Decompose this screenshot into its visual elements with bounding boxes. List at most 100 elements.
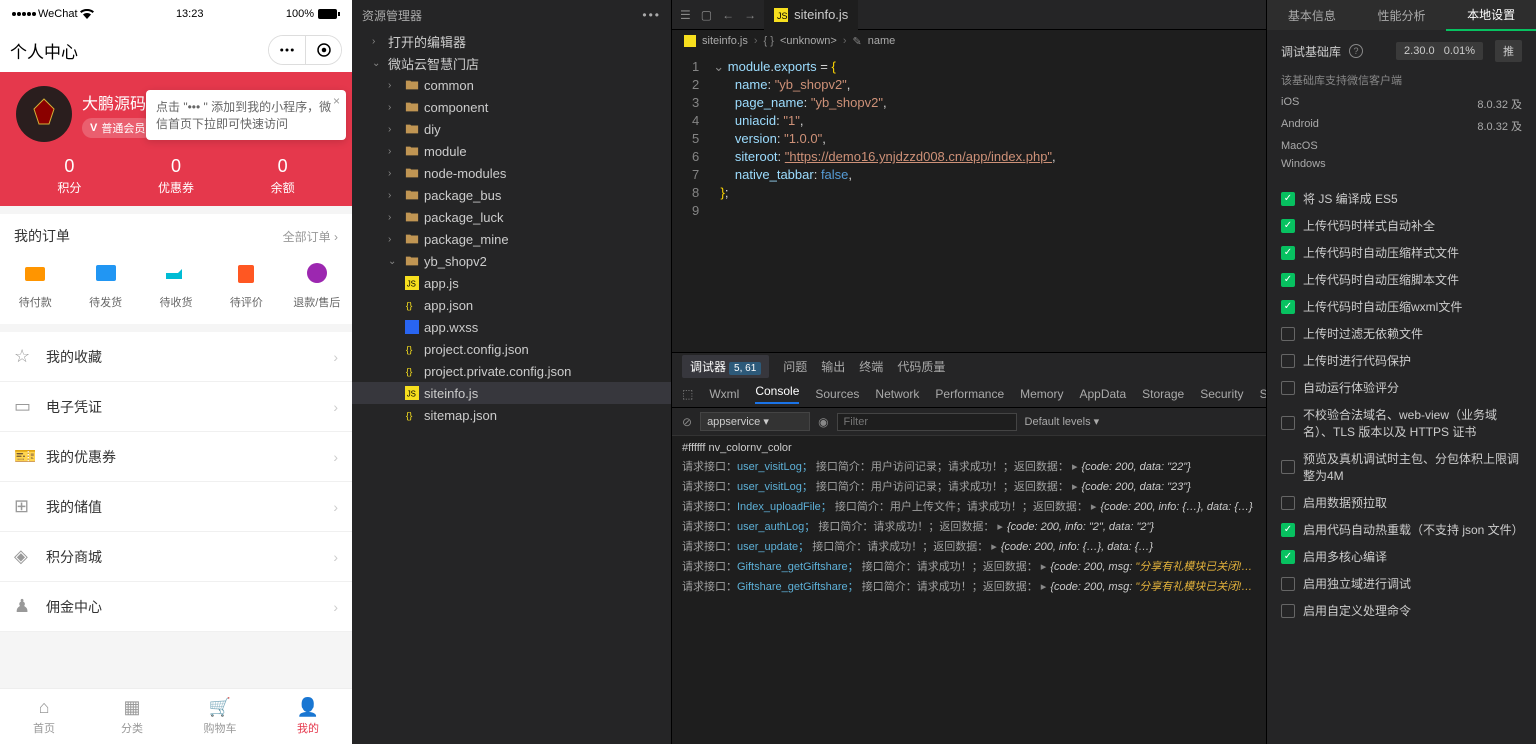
checkbox-option[interactable]: 启用多核心编译 xyxy=(1281,548,1522,565)
stat-item[interactable]: 0积分 xyxy=(16,156,123,196)
levels-dropdown[interactable]: Default levels ▾ xyxy=(1025,415,1100,428)
tree-node[interactable]: ›component xyxy=(352,96,671,118)
console-log-row[interactable]: 请求接口：user_visitLog； 接口简介：用户访问记录；请求成功！；返回… xyxy=(672,476,1266,496)
avatar[interactable] xyxy=(16,86,72,142)
settings-tab[interactable]: 性能分析 xyxy=(1357,1,1447,30)
debugger-tab[interactable]: 输出 xyxy=(821,358,845,375)
order-status-item[interactable]: 待付款 xyxy=(0,258,70,310)
checkbox-option[interactable]: 不校验合法域名、web-view（业务域名）、TLS 版本以及 HTTPS 证书 xyxy=(1281,406,1522,440)
tree-node[interactable]: {}project.private.config.json xyxy=(352,360,671,382)
console-output[interactable]: #ffffff nv_colornv_color 请求接口：user_visit… xyxy=(672,436,1266,744)
devtools-tab[interactable]: Storage xyxy=(1142,387,1184,401)
tree-node[interactable]: ⌄yb_shopv2 xyxy=(352,250,671,272)
tree-node[interactable]: ›common xyxy=(352,74,671,96)
code-editor[interactable]: 123456789 ⌄ module.exports = { name: "yb… xyxy=(672,52,1266,352)
tree-node[interactable]: ›package_luck xyxy=(352,206,671,228)
tree-node[interactable]: ›module xyxy=(352,140,671,162)
tabbar-item[interactable]: ⌂首页 xyxy=(0,689,88,744)
devtools-tab[interactable]: Console xyxy=(755,384,799,404)
menu-item[interactable]: ♟佣金中心› xyxy=(0,582,352,632)
devtools-tab[interactable]: Sources xyxy=(815,387,859,401)
checkbox-option[interactable]: 将 JS 编译成 ES5 xyxy=(1281,190,1522,207)
breadcrumb[interactable]: siteinfo.js› { }<unknown>› ✎name xyxy=(672,30,1266,52)
tree-node[interactable]: JSsiteinfo.js xyxy=(352,382,671,404)
stat-item[interactable]: 0余额 xyxy=(229,156,336,196)
console-log-row[interactable]: 请求接口：Giftshare_getGiftshare； 接口简介：请求成功！；… xyxy=(672,576,1266,596)
tree-node[interactable]: ›package_bus xyxy=(352,184,671,206)
nav-fwd-icon[interactable]: → xyxy=(744,8,756,22)
editor-tabbar: ☰ ▢ ← → JS siteinfo.js xyxy=(672,0,1266,30)
push-button[interactable]: 推 xyxy=(1495,40,1522,62)
menu-item[interactable]: 🎫我的优惠券› xyxy=(0,432,352,482)
checkbox-option[interactable]: 启用自定义处理命令 xyxy=(1281,602,1522,619)
checkbox-option[interactable]: 上传代码时自动压缩样式文件 xyxy=(1281,244,1522,261)
checkbox-option[interactable]: 预览及真机调试时主包、分包体积上限调整为4M xyxy=(1281,450,1522,484)
console-log-row[interactable]: 请求接口：user_update； 接口简介：请求成功！；返回数据： ▸{cod… xyxy=(672,536,1266,556)
debugger-tab[interactable]: 调试器5, 61 xyxy=(682,355,769,378)
debugger-tab[interactable]: 代码质量 xyxy=(897,358,945,375)
menu-item[interactable]: ☆我的收藏› xyxy=(0,332,352,382)
menu-item[interactable]: ◈积分商城› xyxy=(0,532,352,582)
devtools-tab[interactable]: Performance xyxy=(935,387,1004,401)
debugger-tab[interactable]: 问题 xyxy=(783,358,807,375)
tree-node[interactable]: app.wxss xyxy=(352,316,671,338)
menu-item[interactable]: ⊞我的储值› xyxy=(0,482,352,532)
console-log-row[interactable]: 请求接口：user_visitLog； 接口简介：用户访问记录；请求成功！；返回… xyxy=(672,456,1266,476)
tabbar-item[interactable]: 👤我的 xyxy=(264,689,352,744)
checkbox-option[interactable]: 上传时过滤无依赖文件 xyxy=(1281,325,1522,342)
capsule-close-icon[interactable] xyxy=(305,36,341,64)
checkbox-option[interactable]: 上传时进行代码保护 xyxy=(1281,352,1522,369)
clear-console-icon[interactable]: ⊘ xyxy=(682,415,692,429)
capsule-menu-icon[interactable] xyxy=(269,36,305,64)
help-icon[interactable]: ? xyxy=(1349,44,1363,58)
menu-item[interactable]: ▭电子凭证› xyxy=(0,382,352,432)
order-status-item[interactable]: 待评价 xyxy=(211,258,281,310)
order-status-item[interactable]: 待发货 xyxy=(70,258,140,310)
tabbar-item[interactable]: ▦分类 xyxy=(88,689,176,744)
context-selector[interactable]: appservice ▾ xyxy=(700,412,810,431)
checkbox-option[interactable]: 上传代码时自动压缩脚本文件 xyxy=(1281,271,1522,288)
devtools-tab[interactable]: Wxml xyxy=(709,387,739,401)
devtools-tab[interactable]: AppData xyxy=(1079,387,1126,401)
close-icon[interactable]: × xyxy=(333,94,340,108)
tree-node[interactable]: JSapp.js xyxy=(352,272,671,294)
devtools-tab[interactable]: Network xyxy=(875,387,919,401)
console-log-row[interactable]: 请求接口：Index_uploadFile； 接口简介：用户上传文件；请求成功！… xyxy=(672,496,1266,516)
toggle-sidebar-icon[interactable]: ☰ xyxy=(680,8,691,22)
tree-section[interactable]: ›打开的编辑器 xyxy=(352,30,671,52)
tree-node[interactable]: {}sitemap.json xyxy=(352,404,671,426)
tree-node[interactable]: ›diy xyxy=(352,118,671,140)
tree-node[interactable]: {}app.json xyxy=(352,294,671,316)
debugger-tab[interactable]: 终端 xyxy=(859,358,883,375)
order-status-item[interactable]: 退款/售后 xyxy=(282,258,352,310)
tree-section[interactable]: ⌄微站云智慧门店 xyxy=(352,52,671,74)
checkbox-option[interactable]: 启用数据预拉取 xyxy=(1281,494,1522,511)
checkbox-option[interactable]: 启用独立域进行调试 xyxy=(1281,575,1522,592)
svg-text:{}: {} xyxy=(406,367,413,378)
console-log-row[interactable]: 请求接口：user_authLog； 接口简介：请求成功！；返回数据： ▸{co… xyxy=(672,516,1266,536)
settings-tab[interactable]: 本地设置 xyxy=(1446,0,1536,31)
tree-node[interactable]: ›node-modules xyxy=(352,162,671,184)
checkbox-option[interactable]: 自动运行体验评分 xyxy=(1281,379,1522,396)
tabbar-item[interactable]: 🛒购物车 xyxy=(176,689,264,744)
elements-icon[interactable]: ⬚ xyxy=(682,387,693,401)
order-status-item[interactable]: 待收货 xyxy=(141,258,211,310)
checkbox-option[interactable]: 启用代码自动热重载（不支持 json 文件） xyxy=(1281,521,1522,538)
checkbox-option[interactable]: 上传代码时自动压缩wxml文件 xyxy=(1281,298,1522,315)
tree-node[interactable]: {}project.config.json xyxy=(352,338,671,360)
more-icon[interactable]: ••• xyxy=(642,8,661,22)
devtools-tab[interactable]: Security xyxy=(1200,387,1243,401)
settings-tab[interactable]: 基本信息 xyxy=(1267,1,1357,30)
nav-back-icon[interactable]: ← xyxy=(722,8,734,22)
checkbox-option[interactable]: 上传代码时样式自动补全 xyxy=(1281,217,1522,234)
all-orders-link[interactable]: 全部订单 › xyxy=(283,228,338,245)
version-selector[interactable]: 2.30.0 0.01% xyxy=(1396,42,1483,60)
console-log-row[interactable]: 请求接口：Giftshare_getGiftshare； 接口简介：请求成功！；… xyxy=(672,556,1266,576)
tree-node[interactable]: ›package_mine xyxy=(352,228,671,250)
bookmark-icon[interactable]: ▢ xyxy=(701,8,712,22)
stat-item[interactable]: 0优惠券 xyxy=(123,156,230,196)
eye-icon[interactable]: ◉ xyxy=(818,415,828,429)
editor-tab[interactable]: JS siteinfo.js xyxy=(764,0,858,30)
devtools-tab[interactable]: Memory xyxy=(1020,387,1063,401)
filter-input[interactable] xyxy=(837,413,1017,431)
